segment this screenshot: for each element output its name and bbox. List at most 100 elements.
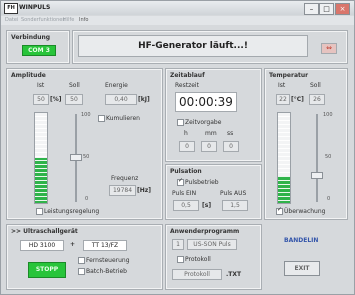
level-bar-segment: [35, 132, 47, 133]
menu-datei[interactable]: Datei: [5, 17, 18, 23]
protokoll-label: Protokoll: [185, 256, 211, 263]
fernsteuerung-checkbox[interactable]: [78, 257, 85, 264]
batch-checkbox[interactable]: [78, 268, 85, 275]
seconds-label: ss: [227, 130, 234, 137]
level-bar-segment: [35, 184, 47, 185]
power-control-label: Leistungsregelung: [44, 208, 100, 215]
zeitablauf-title: Zeitablauf: [170, 72, 205, 79]
level-bar-segment: [35, 180, 47, 181]
level-bar-segment: [278, 116, 290, 117]
level-bar-segment: [278, 172, 290, 173]
plus-label: +: [70, 241, 76, 248]
protokoll-file-input[interactable]: Protokoll: [172, 269, 222, 280]
temperatur-soll-input[interactable]: 26: [309, 94, 325, 105]
batch-label: Batch-Betrieb: [86, 268, 127, 275]
level-bar-segment: [35, 156, 47, 157]
frequency-value: 19784: [109, 185, 136, 196]
amplitude-unit: [%]: [50, 96, 62, 103]
menu-bar: Datei Sonderfunktionen Hilfe Info: [1, 16, 354, 25]
app-logo: FH: [4, 3, 18, 14]
hours-input[interactable]: 0: [179, 141, 195, 152]
amplitude-ist-label: Ist: [37, 82, 45, 89]
ueberwachung-label: Überwachung: [284, 208, 326, 215]
hours-label: h: [184, 130, 188, 137]
connection-panel: Verbindung COM 3: [6, 30, 70, 64]
bandelin-logo: BANDELIN: [284, 237, 319, 244]
program-number[interactable]: 1: [172, 239, 184, 250]
level-bar-segment: [278, 164, 290, 165]
amplitude-title: Amplitude: [11, 72, 46, 79]
level-bar-segment: [35, 152, 47, 153]
level-bar-segment: [278, 156, 290, 157]
level-bar-segment: [278, 152, 290, 153]
seconds-input[interactable]: 0: [223, 141, 239, 152]
level-bar-segment: [35, 176, 47, 177]
minutes-input[interactable]: 0: [201, 141, 217, 152]
level-bar-segment: [278, 144, 290, 145]
device1-select[interactable]: HD 3100: [20, 240, 64, 251]
temperatur-panel: Temperatur Ist Soll 22 [°C] 26 100 50 0 …: [264, 68, 348, 220]
menu-sonderfunktionen[interactable]: Sonderfunktionen: [21, 17, 66, 23]
restzeit-label: Restzeit: [175, 82, 199, 89]
level-bar-segment: [278, 200, 290, 201]
level-bar-segment: [278, 132, 290, 133]
ueberwachung-checkbox[interactable]: [276, 206, 283, 215]
menu-info[interactable]: Info: [79, 17, 88, 23]
amplitude-level-bar: [34, 112, 48, 204]
level-bar-segment: [278, 168, 290, 169]
protokoll-checkbox[interactable]: [177, 256, 184, 263]
level-bar-segment: [278, 188, 290, 189]
level-bar-segment: [35, 128, 47, 129]
title-bar: FH WINPULS – □ ×: [1, 1, 354, 15]
amplitude-slider-thumb[interactable]: [70, 154, 82, 161]
status-action-icon[interactable]: ⇔: [321, 43, 337, 54]
level-bar-segment: [35, 120, 47, 121]
zeitablauf-panel: Zeitablauf Restzeit 00:00:39 Zeitvorgabe…: [165, 68, 262, 162]
temperatur-soll-label: Soll: [310, 82, 321, 89]
amplitude-tick-50: 50: [83, 154, 90, 160]
zeitvorgabe-checkbox[interactable]: [177, 119, 184, 126]
menu-hilfe[interactable]: Hilfe: [63, 17, 74, 23]
level-bar-segment: [35, 124, 47, 125]
level-bar-segment: [35, 116, 47, 117]
minimize-button[interactable]: –: [304, 3, 319, 15]
zeitvorgabe-label: Zeitvorgabe: [185, 119, 222, 126]
level-bar-segment: [278, 140, 290, 141]
level-bar-segment: [35, 140, 47, 141]
exit-button[interactable]: EXIT: [284, 261, 320, 276]
com-port-button[interactable]: COM 3: [22, 45, 56, 56]
level-bar-segment: [35, 192, 47, 193]
puls-aus-input[interactable]: 1,5: [222, 200, 248, 211]
status-panel: HF-Generator läuft...! ⇔: [72, 30, 348, 64]
temperatur-tick-100: 100: [323, 112, 333, 118]
amplitude-soll-input[interactable]: 50: [65, 94, 83, 105]
pulsbetrieb-checkbox[interactable]: [177, 177, 184, 186]
program-name[interactable]: US-SON Puls: [187, 239, 237, 250]
device2-select[interactable]: TT 13/FZ: [83, 240, 127, 251]
stop-button[interactable]: STOPP: [28, 262, 66, 278]
ultraschall-title: >> Ultraschallgerät: [11, 228, 78, 235]
status-display: HF-Generator läuft...!: [78, 35, 308, 57]
fernsteuerung-label: Fernsteuerung: [86, 257, 130, 264]
kumulieren-checkbox[interactable]: [98, 115, 105, 122]
amplitude-tick-100: 100: [81, 112, 91, 118]
pulsation-panel: Pulsation Pulsbetrieb Puls EIN Puls AUS …: [165, 164, 262, 220]
level-bar-segment: [278, 160, 290, 161]
level-bar-segment: [278, 124, 290, 125]
temperatur-ist-label: Ist: [278, 82, 286, 89]
temperatur-ist-value: 22: [276, 94, 290, 105]
temperatur-title: Temperatur: [269, 72, 309, 79]
temperatur-tick-0: 0: [327, 196, 331, 202]
maximize-button[interactable]: □: [319, 3, 334, 15]
window-title: WINPULS: [19, 4, 51, 11]
remaining-time-display: 00:00:39: [175, 92, 237, 112]
level-bar-segment: [278, 120, 290, 121]
close-button[interactable]: ×: [335, 3, 350, 15]
puls-ein-input[interactable]: 0,5: [173, 200, 199, 211]
power-control-checkbox[interactable]: [36, 208, 43, 215]
level-bar-segment: [35, 164, 47, 165]
level-bar-segment: [35, 148, 47, 149]
temperatur-slider-thumb[interactable]: [311, 172, 323, 179]
kumulieren-label: Kumulieren: [106, 115, 140, 122]
level-bar-segment: [35, 144, 47, 145]
